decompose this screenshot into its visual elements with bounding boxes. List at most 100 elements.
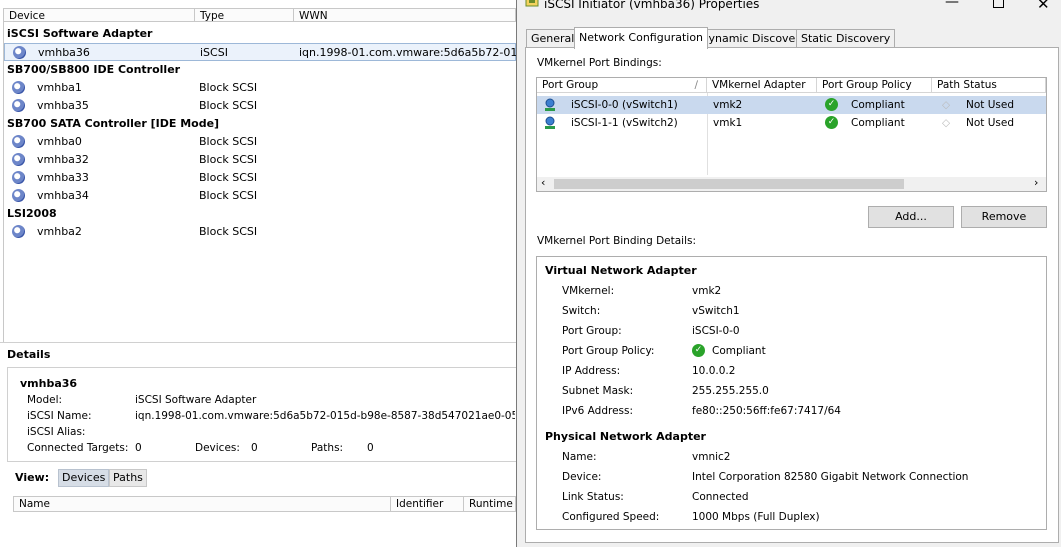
adapter-group-heading: SB700/SB800 IDE Controller [7, 63, 181, 76]
detail-label: IP Address: [562, 365, 621, 377]
paths-label: Paths: [311, 442, 344, 454]
compliant-check-icon: ✓ [825, 98, 838, 111]
bindings-label: VMkernel Port Bindings: [537, 57, 662, 69]
maximize-icon[interactable] [993, 0, 1004, 8]
adapter-type: Block SCSI [199, 225, 258, 238]
devices-value: 0 [251, 442, 258, 454]
adapter-icon [12, 189, 25, 202]
view-label: View: [15, 471, 50, 484]
virtual-network-adapter-heading: Virtual Network Adapter [545, 264, 697, 277]
compliant-check-icon: ✓ [825, 116, 838, 129]
adapter-row[interactable]: vmhba1 Block SCSI [4, 79, 516, 97]
detail-label: Subnet Mask: [562, 385, 634, 397]
connected-targets-label: Connected Targets: [27, 442, 129, 454]
horizontal-scrollbar[interactable]: ‹ › [537, 176, 1046, 191]
close-icon[interactable]: ✕ [1037, 0, 1050, 13]
adapter-device: vmhba35 [37, 99, 89, 112]
grid-header-port-group[interactable]: Port Group ∕ [537, 78, 707, 93]
binding-row[interactable]: iSCSI-1-1 (vSwitch2) vmk1 ✓ Compliant ◇ Not U… [537, 114, 1046, 132]
adapter-row[interactable]: vmhba35 Block SCSI [4, 97, 516, 115]
iscsi-name-value: iqn.1998-01.com.vmware:5d6a5b72-015d-b98… [135, 410, 515, 422]
vsphere-storage-adapters-pane: Device Type WWN iSCSI Software Adapter vm… [0, 0, 542, 547]
binding-details-label: VMkernel Port Binding Details: [537, 235, 697, 247]
adapter-icon [12, 153, 25, 166]
port-bindings-grid [536, 77, 1047, 192]
model-label: Model: [27, 394, 63, 406]
scroll-left-icon[interactable]: ‹ [541, 176, 545, 189]
divider [0, 342, 516, 343]
binding-policy: Compliant [851, 99, 905, 111]
detail-value: Intel Corporation 82580 Gigabit Network … [692, 471, 969, 483]
network-adapter-icon [543, 116, 557, 130]
adapter-type: Block SCSI [199, 153, 258, 166]
column-header-type[interactable]: Type [195, 8, 294, 22]
adapter-group-heading: LSI2008 [7, 207, 57, 220]
detail-label: Port Group: [562, 325, 622, 337]
detail-value: Compliant [712, 345, 766, 357]
list-border [3, 22, 4, 342]
sort-icon: ∕ [694, 79, 698, 91]
detail-value: iSCSI-0-0 [692, 325, 740, 337]
adapter-row[interactable]: vmhba32 Block SCSI [4, 151, 516, 169]
minimize-icon[interactable]: — [945, 0, 959, 10]
detail-label: VMkernel: [562, 285, 615, 297]
adapter-type: Block SCSI [199, 81, 258, 94]
adapter-type: Block SCSI [199, 189, 258, 202]
connected-targets-value: 0 [135, 442, 142, 454]
tab-network-configuration[interactable]: Network Configuration [574, 27, 709, 49]
adapter-icon [12, 135, 25, 148]
grid-header-port-group-label: Port Group [542, 79, 599, 91]
detail-value: Connected [692, 491, 749, 503]
column-header-wwn[interactable]: WWN [294, 8, 516, 22]
binding-vmkernel-adapter: vmk1 [713, 117, 743, 129]
column-header-runtime[interactable]: Runtime N [464, 496, 516, 512]
detail-label: Port Group Policy: [562, 345, 655, 357]
view-paths-button[interactable]: Paths [109, 469, 147, 487]
adapter-row[interactable]: vmhba33 Block SCSI [4, 169, 516, 187]
detail-value: vSwitch1 [692, 305, 740, 317]
adapter-group-heading: iSCSI Software Adapter [7, 27, 153, 40]
adapter-icon [13, 46, 26, 59]
tab-static-discovery[interactable]: Static Discovery [796, 29, 896, 48]
adapter-icon [12, 81, 25, 94]
tab-dynamic-discovery[interactable]: Dynamic Discovery [695, 29, 812, 48]
scrollbar-thumb[interactable] [554, 179, 904, 189]
grid-header-vmkernel-adapter[interactable]: VMkernel Adapter [707, 78, 817, 93]
scroll-right-icon[interactable]: › [1034, 176, 1038, 189]
tab-general[interactable]: General [526, 29, 580, 48]
dialog-app-icon [525, 0, 539, 8]
grid-header-port-group-policy[interactable]: Port Group Policy [817, 78, 932, 93]
adapter-row[interactable]: vmhba2 Block SCSI [4, 223, 516, 241]
iscsi-name-label: iSCSI Name: [27, 410, 92, 422]
column-header-device[interactable]: Device [3, 8, 195, 22]
adapter-wwn: iqn.1998-01.com.vmware:5d6a5b72-015d-b [299, 46, 543, 59]
detail-value: fe80::250:56ff:fe67:7417/64 [692, 405, 841, 417]
binding-row[interactable]: iSCSI-0-0 (vSwitch1) vmk2 ✓ Compliant ◇ Not U… [537, 96, 1046, 114]
devices-label: Devices: [195, 442, 240, 454]
paths-value: 0 [367, 442, 374, 454]
column-header-name[interactable]: Name [13, 496, 391, 512]
add-button[interactable]: Add... [868, 206, 954, 228]
remove-button[interactable]: Remove [961, 206, 1047, 228]
detail-label: Configured Speed: [562, 511, 660, 523]
path-status-icon: ◇ [942, 99, 951, 111]
detail-label: Link Status: [562, 491, 624, 503]
column-header-identifier[interactable]: Identifier [391, 496, 464, 512]
detail-value: 10.0.0.2 [692, 365, 736, 377]
network-adapter-icon [543, 98, 557, 112]
adapter-row[interactable]: vmhba36 iSCSI iqn.1998-01.com.vmware:5d6a5… [4, 43, 542, 61]
binding-port-group: iSCSI-0-0 (vSwitch1) [571, 99, 678, 111]
adapter-row[interactable]: vmhba34 Block SCSI [4, 187, 516, 205]
details-heading: Details [7, 348, 51, 361]
detail-label: Name: [562, 451, 597, 463]
grid-header-path-status[interactable]: Path Status [932, 78, 1046, 93]
binding-policy: Compliant [851, 117, 905, 129]
view-devices-button[interactable]: Devices [58, 469, 110, 487]
adapter-row[interactable]: vmhba0 Block SCSI [4, 133, 516, 151]
adapter-type: Block SCSI [199, 135, 258, 148]
adapter-group-heading: SB700 SATA Controller [IDE Mode] [7, 117, 220, 130]
detail-label: Switch: [562, 305, 601, 317]
adapter-device: vmhba1 [37, 81, 82, 94]
detail-label: Device: [562, 471, 602, 483]
adapter-device: vmhba0 [37, 135, 82, 148]
